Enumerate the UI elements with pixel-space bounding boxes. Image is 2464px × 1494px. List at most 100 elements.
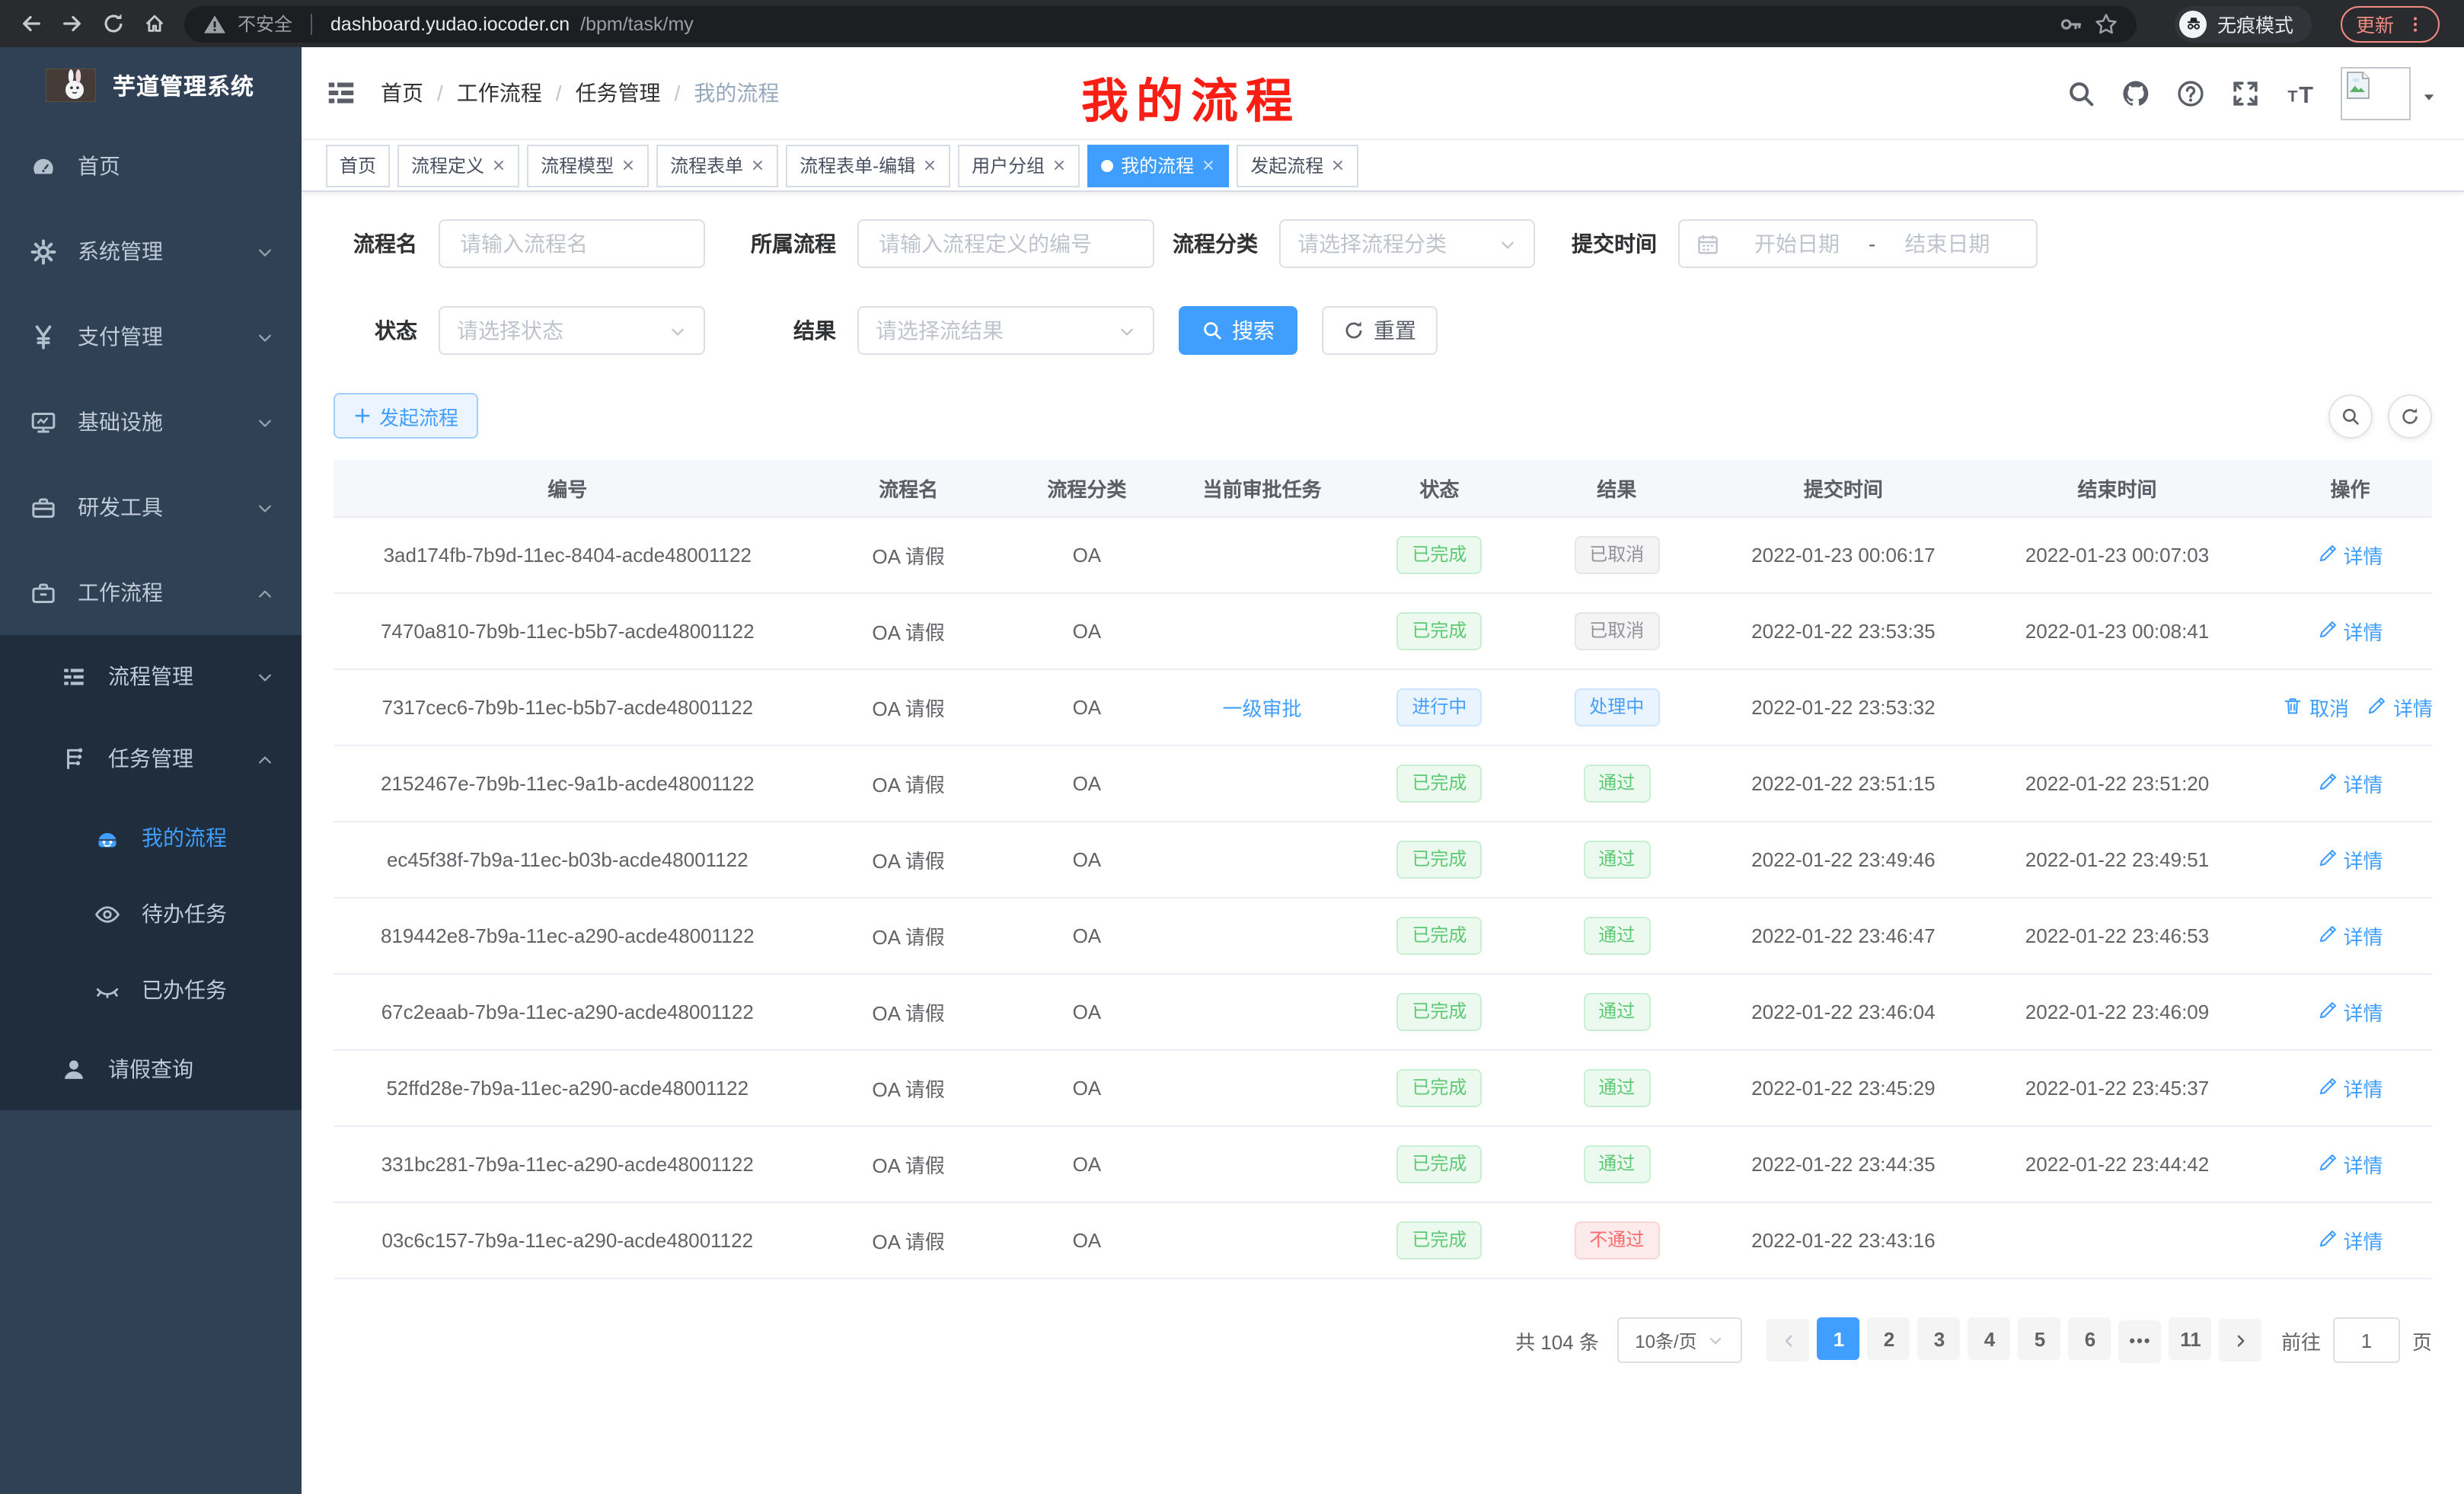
breadcrumb-item[interactable]: 工作流程 (457, 78, 542, 108)
chevron-down-icon (669, 321, 687, 340)
result-badge: 通过 (1583, 1146, 1650, 1183)
home-icon[interactable] (139, 8, 169, 39)
cell-category: OA (1016, 898, 1158, 974)
fullscreen-icon[interactable] (2231, 78, 2260, 107)
tab-view[interactable]: 流程模型 (527, 144, 649, 187)
page-button[interactable]: 1 (1818, 1318, 1860, 1361)
result-select[interactable]: 请选择流结果 (857, 306, 1154, 355)
tab-view[interactable]: 用户分组 (958, 144, 1080, 187)
submit-time-range-picker[interactable]: 开始日期 - 结束日期 (1678, 219, 2038, 268)
sidebar-item[interactable]: 任务管理 (0, 717, 302, 800)
tab-view[interactable]: 发起流程 (1237, 144, 1358, 187)
detail-link[interactable]: 详情 (2317, 1074, 2383, 1103)
cancel-link[interactable]: 取消 (2284, 693, 2349, 722)
tab-close-icon[interactable] (621, 158, 635, 172)
detail-link[interactable]: 详情 (2317, 1226, 2383, 1255)
tab-close-icon[interactable] (1052, 158, 1066, 172)
key-icon[interactable] (2059, 11, 2083, 36)
tab-close-icon[interactable] (1331, 158, 1345, 172)
app-logo[interactable]: 芋道管理系统 (0, 47, 302, 123)
url-path: /bpm/task/my (580, 13, 694, 34)
page-button[interactable]: 4 (1968, 1318, 2011, 1361)
process-category-select[interactable]: 请选择流程分类 (1279, 219, 1535, 268)
page-button[interactable]: 3 (1918, 1318, 1961, 1361)
sidebar-item[interactable]: 系统管理 (0, 209, 302, 294)
process-name-input[interactable] (439, 219, 705, 268)
tab-active[interactable]: 我的流程 (1087, 144, 1229, 187)
cell-category: OA (1016, 822, 1158, 898)
status-badge: 已完成 (1396, 613, 1482, 650)
address-bar[interactable]: 不安全 dashboard.yudao.iocoder.cn/bpm/task/… (184, 5, 2137, 42)
detail-link[interactable]: 详情 (2317, 769, 2383, 798)
tab-close-icon[interactable] (751, 158, 764, 172)
back-icon[interactable] (15, 8, 46, 39)
font-size-icon[interactable]: TT (2286, 78, 2315, 107)
cell-current-task (1158, 745, 1366, 822)
cell-status: 已完成 (1366, 1126, 1513, 1202)
prev-page-button[interactable] (1767, 1319, 1810, 1362)
refresh-table-button[interactable] (2388, 394, 2432, 438)
next-page-button[interactable] (2220, 1319, 2262, 1362)
sidebar-item[interactable]: 首页 (0, 123, 302, 209)
cell-result: 已取消 (1513, 593, 1721, 669)
tab-close-icon[interactable] (923, 158, 937, 172)
detail-link[interactable]: 详情 (2317, 845, 2383, 874)
status-badge: 已完成 (1396, 1222, 1482, 1259)
reset-button[interactable]: 重置 (1322, 306, 1438, 355)
tab-view[interactable]: 流程定义 (397, 144, 519, 187)
browser-menu-icon[interactable] (2406, 14, 2424, 33)
page-button[interactable]: 6 (2069, 1318, 2111, 1361)
process-definition-input[interactable] (857, 219, 1154, 268)
tab-view[interactable]: 流程表单-编辑 (786, 144, 950, 187)
tab-label: 我的流程 (1121, 152, 1194, 178)
create-process-button[interactable]: 发起流程 (334, 393, 478, 439)
help-icon[interactable] (2176, 78, 2205, 107)
status-select[interactable]: 请选择状态 (439, 306, 705, 355)
detail-link[interactable]: 详情 (2317, 541, 2383, 570)
page-ellipsis[interactable]: ••• (2119, 1320, 2162, 1363)
table-row: 819442e8-7b9a-11ec-a290-acde48001122OA 请… (334, 898, 2432, 974)
task-link[interactable]: 一级审批 (1222, 698, 1301, 720)
cell-actions: 详情 (2268, 974, 2432, 1050)
search-button[interactable]: 搜索 (1179, 306, 1297, 355)
result-label: 结果 (729, 315, 836, 346)
goto-page-input[interactable] (2333, 1317, 2400, 1363)
reload-icon[interactable] (97, 8, 128, 39)
detail-link[interactable]: 详情 (2317, 1150, 2383, 1179)
show-search-button[interactable] (2328, 394, 2373, 438)
star-icon[interactable] (2094, 11, 2118, 36)
cell-submit-time: 2022-01-22 23:49:46 (1721, 822, 1966, 898)
detail-link[interactable]: 详情 (2367, 693, 2432, 722)
sidebar-item[interactable]: 流程管理 (0, 635, 302, 717)
tab-close-icon[interactable] (492, 158, 506, 172)
sidebar-item[interactable]: 待办任务 (0, 876, 302, 952)
sidebar-item[interactable]: 请假查询 (0, 1028, 302, 1110)
forward-icon[interactable] (56, 8, 87, 39)
detail-link[interactable]: 详情 (2317, 998, 2383, 1026)
sidebar-item[interactable]: 已办任务 (0, 952, 302, 1028)
sidebar-item[interactable]: 基础设施 (0, 379, 302, 464)
tab-view[interactable]: 首页 (326, 144, 390, 187)
github-icon[interactable] (2121, 78, 2150, 107)
sidebar-item[interactable]: 研发工具 (0, 464, 302, 550)
hamburger-icon[interactable] (326, 78, 356, 108)
sidebar-item[interactable]: 我的流程 (0, 800, 302, 876)
user-avatar[interactable] (2341, 66, 2437, 120)
sidebar-item[interactable]: 工作流程 (0, 550, 302, 635)
search-icon[interactable] (2067, 78, 2095, 107)
detail-link[interactable]: 详情 (2317, 921, 2383, 950)
breadcrumb-item[interactable]: 任务管理 (576, 78, 661, 108)
cell-id: 2152467e-7b9b-11ec-9a1b-acde48001122 (334, 745, 802, 822)
breadcrumb-item[interactable]: 首页 (381, 78, 423, 108)
tab-close-icon[interactable] (1202, 158, 1215, 172)
update-button[interactable]: 更新 (2341, 5, 2440, 42)
page-button[interactable]: 2 (1868, 1318, 1910, 1361)
cell-id: ec45f38f-7b9a-11ec-b03b-acde48001122 (334, 822, 802, 898)
cell-category: OA (1016, 593, 1158, 669)
detail-link[interactable]: 详情 (2317, 617, 2383, 646)
page-size-select[interactable]: 10条/页 (1617, 1317, 1742, 1363)
page-button[interactable]: 5 (2019, 1318, 2061, 1361)
tab-view[interactable]: 流程表单 (656, 144, 778, 187)
sidebar-item[interactable]: 支付管理 (0, 294, 302, 379)
page-button[interactable]: 11 (2169, 1318, 2212, 1361)
